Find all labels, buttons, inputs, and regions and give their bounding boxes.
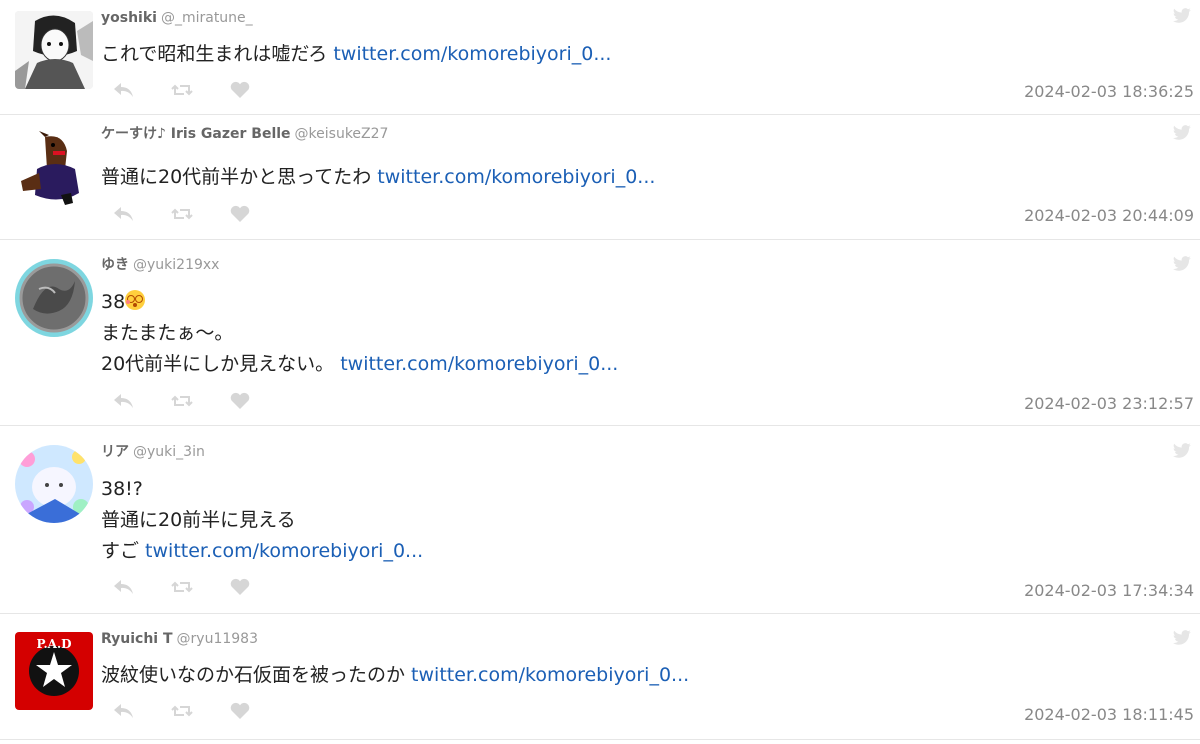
reply-icon[interactable] [113,700,171,722]
timestamp[interactable]: 2024-02-03 20:44:09 [1024,206,1194,225]
tweet-line: 20代前半にしか見えない。 [101,353,341,375]
avatar[interactable]: P.A.D [15,632,93,710]
tweet-line: 普通に20代前半かと思ってたわ [101,166,378,188]
tweet-text: 波紋使いなのか石仮面を被ったのか twitter.com/komorebiyor… [101,660,689,691]
tweet-card: リア @yuki_3in 38!? 普通に20前半に見える すご twitter.… [0,426,1200,614]
retweet-icon[interactable] [171,700,229,722]
tweet-line: 38!? [101,478,143,500]
like-icon[interactable] [229,700,287,722]
author-name[interactable]: ケーすけ♪ Iris Gazer Belle [101,126,291,142]
twitter-bird-icon[interactable] [1172,256,1192,272]
tweet-line: 波紋使いなのか石仮面を被ったのか [101,664,412,686]
author-handle[interactable]: @_miratune_ [161,10,253,26]
flushed-face-emoji [125,290,146,310]
retweet-icon[interactable] [171,390,229,412]
retweet-icon[interactable] [171,79,229,101]
author-handle[interactable]: @yuki219xx [133,257,219,273]
twitter-bird-icon[interactable] [1172,443,1192,459]
timestamp[interactable]: 2024-02-03 18:36:25 [1024,82,1194,101]
tweet-link[interactable]: twitter.com/komorebiyori_0... [340,353,618,375]
tweet-actions [113,390,287,412]
like-icon[interactable] [229,576,287,598]
tweet-text: 普通に20代前半かと思ってたわ twitter.com/komorebiyori… [101,162,655,193]
tweet-line: これで昭和生まれは嘘だろ [101,43,334,65]
tweet-actions [113,203,287,225]
tweet-card: ゆき @yuki219xx 38 またまたぁ〜。 20代前半にしか見えない。 tw… [0,240,1200,426]
tweet-feed: yoshiki @_miratune_ これで昭和生まれは嘘だろ twitter.… [0,0,1200,740]
avatar[interactable] [15,445,93,523]
like-icon[interactable] [229,79,287,101]
retweet-icon[interactable] [171,576,229,598]
tweet-header: リア @yuki_3in [101,443,205,461]
tweet-actions [113,576,287,598]
retweet-icon[interactable] [171,203,229,225]
author-name[interactable]: Ryuichi T [101,631,173,647]
author-name[interactable]: yoshiki [101,10,157,26]
author-name[interactable]: ゆき [101,257,129,273]
timestamp[interactable]: 2024-02-03 18:11:45 [1024,705,1194,724]
twitter-bird-icon[interactable] [1172,630,1192,646]
tweet-link[interactable]: twitter.com/komorebiyori_0... [145,540,423,562]
reply-icon[interactable] [113,79,171,101]
reply-icon[interactable] [113,576,171,598]
tweet-link[interactable]: twitter.com/komorebiyori_0... [411,664,689,686]
tweet-text: 38 またまたぁ〜。 20代前半にしか見えない。 twitter.com/kom… [101,287,618,380]
tweet-card: P.A.D Ryuichi T @ryu11983 波紋使いなのか石仮面を被ったの… [0,614,1200,740]
tweet-link[interactable]: twitter.com/komorebiyori_0... [377,166,655,188]
tweet-line: 普通に20前半に見える [101,509,296,531]
author-name[interactable]: リア [101,444,129,460]
tweet-card: yoshiki @_miratune_ これで昭和生まれは嘘だろ twitter.… [0,0,1200,115]
author-handle[interactable]: @ryu11983 [177,631,258,647]
twitter-bird-icon[interactable] [1172,8,1192,24]
reply-icon[interactable] [113,203,171,225]
tweet-line: またまたぁ〜。 [101,322,234,344]
avatar[interactable] [15,11,93,89]
tweet-line: 38 [101,291,126,313]
tweet-header: ゆき @yuki219xx [101,256,219,274]
tweet-line: すご [101,540,146,562]
tweet-text: これで昭和生まれは嘘だろ twitter.com/komorebiyori_0.… [101,39,611,70]
tweet-header: Ryuichi T @ryu11983 [101,630,258,648]
timestamp[interactable]: 2024-02-03 17:34:34 [1024,581,1194,600]
tweet-text: 38!? 普通に20前半に見える すご twitter.com/komorebi… [101,474,423,567]
tweet-actions [113,79,287,101]
like-icon[interactable] [229,203,287,225]
avatar[interactable] [15,129,93,207]
svg-text:P.A.D: P.A.D [36,637,71,651]
tweet-link[interactable]: twitter.com/komorebiyori_0... [333,43,611,65]
tweet-card: ケーすけ♪ Iris Gazer Belle @keisukeZ27 普通に20代… [0,115,1200,240]
reply-icon[interactable] [113,390,171,412]
tweet-header: yoshiki @_miratune_ [101,9,253,27]
author-handle[interactable]: @yuki_3in [133,444,205,460]
like-icon[interactable] [229,390,287,412]
twitter-bird-icon[interactable] [1172,125,1192,141]
avatar[interactable] [15,259,93,337]
timestamp[interactable]: 2024-02-03 23:12:57 [1024,394,1194,413]
tweet-actions [113,700,287,722]
tweet-header: ケーすけ♪ Iris Gazer Belle @keisukeZ27 [101,125,388,143]
author-handle[interactable]: @keisukeZ27 [295,126,389,142]
